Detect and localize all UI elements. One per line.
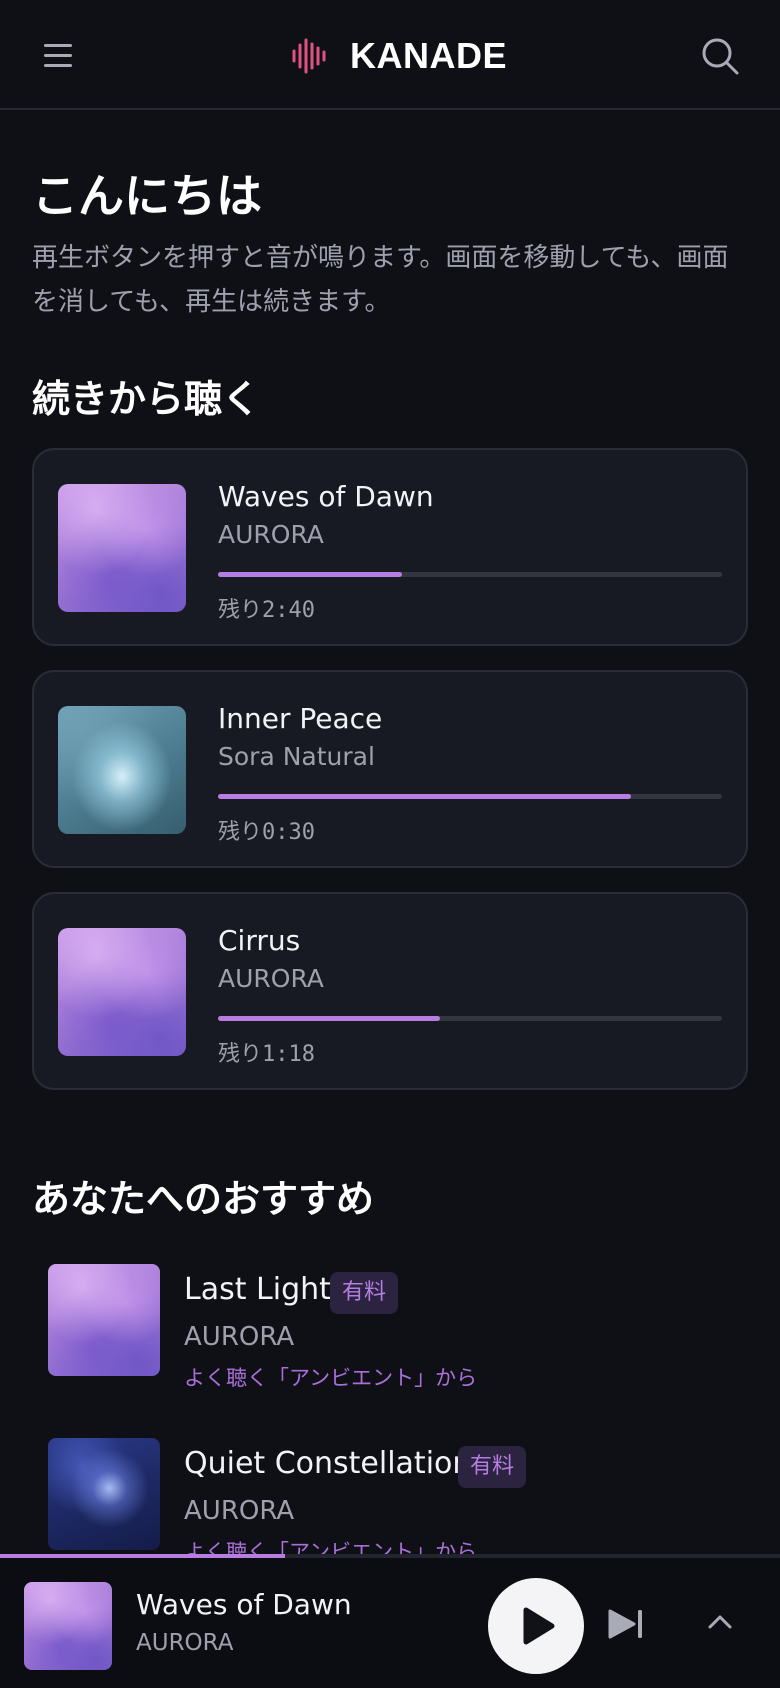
track-progress-fill <box>218 572 402 577</box>
search-button[interactable] <box>700 36 740 76</box>
track-title: Last Light <box>184 1272 331 1307</box>
track-progress-bar <box>218 1016 722 1021</box>
app-brand: KANADE <box>290 30 507 82</box>
now-playing-artist: AURORA <box>136 1630 234 1656</box>
now-playing-title: Waves of Dawn <box>136 1588 352 1621</box>
greeting-title: こんにちは <box>32 169 262 223</box>
track-artist: AURORA <box>218 520 324 549</box>
chevron-up-icon <box>708 1615 732 1629</box>
continue-listening-heading: 続きから聴く <box>32 377 261 421</box>
track-artist: Sora Natural <box>218 742 375 771</box>
album-art <box>24 1582 112 1670</box>
recommendation-reason: よく聴く「アンビエント」から <box>184 1366 478 1390</box>
recommendations-heading: あなたへのおすすめ <box>32 1177 375 1221</box>
expand-player-button[interactable] <box>700 1602 740 1642</box>
paid-badge: 有料 <box>458 1446 527 1488</box>
recommendation-item[interactable]: Last Light 有料 AURORA よく聴く「アンビエント」から <box>48 1264 748 1390</box>
time-remaining: 残り2:40 <box>218 598 315 623</box>
greeting-description: 再生ボタンを押すと音が鳴ります。画面を移動しても、画面を消しても、再生は続きます… <box>32 243 729 317</box>
sound-wave-logo-icon <box>292 38 326 74</box>
track-progress-bar <box>218 572 722 577</box>
hamburger-menu-icon-bar <box>44 64 72 67</box>
album-art <box>48 1264 160 1376</box>
track-progress-fill <box>218 1016 440 1021</box>
track-progress-fill <box>218 794 632 799</box>
app-name: KANADE <box>350 35 508 76</box>
hamburger-menu-icon <box>44 44 72 47</box>
player-progress-fill <box>0 1554 285 1558</box>
album-art <box>58 928 186 1056</box>
time-remaining: 残り1:18 <box>218 1042 315 1067</box>
track-title: Waves of Dawn <box>218 480 434 513</box>
album-art <box>48 1438 160 1550</box>
paid-badge: 有料 <box>330 1272 399 1314</box>
track-progress-bar <box>218 794 722 799</box>
track-title: Inner Peace <box>218 702 383 735</box>
track-title: Cirrus <box>218 924 301 957</box>
continue-track-card[interactable]: Inner Peace Sora Natural 残り0:30 <box>32 670 748 868</box>
continue-track-card[interactable]: Cirrus AURORA 残り1:18 <box>32 892 748 1090</box>
search-icon <box>702 38 739 75</box>
mini-player[interactable]: Waves of Dawn AURORA <box>0 1554 780 1688</box>
top-app-bar: KANADE <box>0 0 780 110</box>
recommendation-item[interactable]: Quiet Constellation 有料 AURORA よく聴く「アンビエン… <box>48 1438 748 1564</box>
track-artist: AURORA <box>218 964 324 993</box>
album-art <box>58 484 186 612</box>
track-title: Quiet Constellation <box>184 1446 472 1481</box>
skip-next-icon <box>608 1609 642 1639</box>
time-remaining: 残り0:30 <box>218 820 315 845</box>
album-art <box>58 706 186 834</box>
play-icon <box>523 1607 555 1645</box>
skip-next-button[interactable] <box>604 1602 648 1646</box>
player-progress-bar[interactable] <box>0 1554 780 1558</box>
hamburger-menu-icon-bar <box>44 54 72 57</box>
menu-button[interactable] <box>40 38 80 72</box>
track-artist: AURORA <box>184 1322 295 1352</box>
track-artist: AURORA <box>184 1496 295 1526</box>
play-button[interactable] <box>488 1578 584 1674</box>
continue-track-card[interactable]: Waves of Dawn AURORA 残り2:40 <box>32 448 748 646</box>
